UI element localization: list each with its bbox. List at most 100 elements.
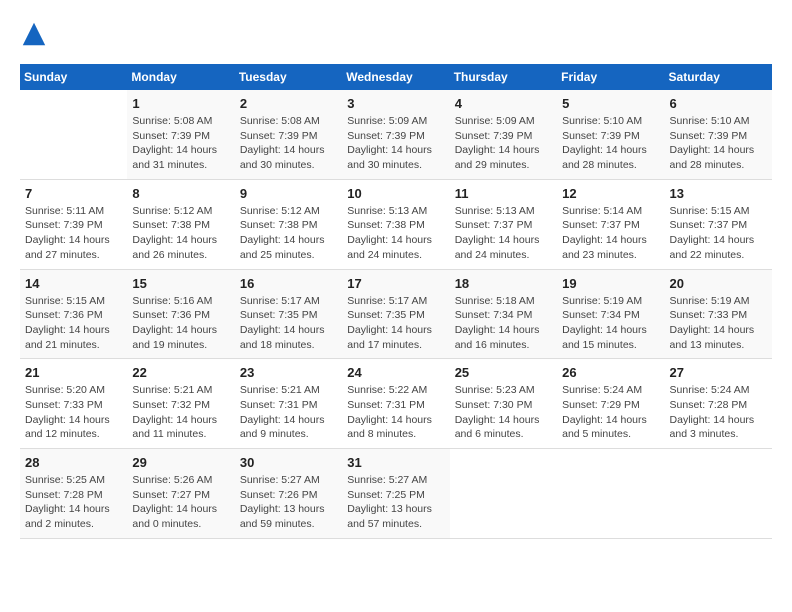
header-wednesday: Wednesday — [342, 64, 449, 90]
day-number: 23 — [240, 365, 337, 380]
calendar-cell: 5 Sunrise: 5:10 AMSunset: 7:39 PMDaylight… — [557, 90, 664, 179]
calendar-week-row: 7 Sunrise: 5:11 AMSunset: 7:39 PMDaylight… — [20, 179, 772, 269]
day-info: Sunrise: 5:22 AMSunset: 7:31 PMDaylight:… — [347, 383, 444, 442]
day-number: 15 — [132, 276, 229, 291]
calendar-cell: 21Sunrise: 5:20 AMSunset: 7:33 PMDayligh… — [20, 359, 127, 449]
day-number: 12 — [562, 186, 659, 201]
day-number: 19 — [562, 276, 659, 291]
day-info: Sunrise: 5:27 AMSunset: 7:25 PMDaylight:… — [347, 473, 444, 532]
day-info: Sunrise: 5:12 AMSunset: 7:38 PMDaylight:… — [240, 204, 337, 263]
day-info: Sunrise: 5:15 AMSunset: 7:36 PMDaylight:… — [25, 294, 122, 353]
day-number: 21 — [25, 365, 122, 380]
calendar-cell: 9 Sunrise: 5:12 AMSunset: 7:38 PMDaylight… — [235, 179, 342, 269]
calendar-cell: 15 Sunrise: 5:16 AMSunset: 7:36 PMDayligh… — [127, 269, 234, 359]
day-number: 31 — [347, 455, 444, 470]
calendar-cell: 2 Sunrise: 5:08 AMSunset: 7:39 PMDaylight… — [235, 90, 342, 179]
calendar-cell: 4 Sunrise: 5:09 AMSunset: 7:39 PMDaylight… — [450, 90, 557, 179]
calendar-body: 1 Sunrise: 5:08 AMSunset: 7:39 PMDaylight… — [20, 90, 772, 538]
calendar-cell: 30 Sunrise: 5:27 AMSunset: 7:26 PMDayligh… — [235, 449, 342, 539]
day-number: 27 — [670, 365, 767, 380]
day-info: Sunrise: 5:10 AMSunset: 7:39 PMDaylight:… — [670, 114, 767, 173]
header-thursday: Thursday — [450, 64, 557, 90]
calendar-cell: 23Sunrise: 5:21 AMSunset: 7:31 PMDayligh… — [235, 359, 342, 449]
day-number: 1 — [132, 96, 229, 111]
day-number: 30 — [240, 455, 337, 470]
calendar-cell: 3 Sunrise: 5:09 AMSunset: 7:39 PMDaylight… — [342, 90, 449, 179]
day-number: 24 — [347, 365, 444, 380]
day-number: 16 — [240, 276, 337, 291]
day-info: Sunrise: 5:24 AMSunset: 7:28 PMDaylight:… — [670, 383, 767, 442]
day-number: 29 — [132, 455, 229, 470]
day-number: 9 — [240, 186, 337, 201]
day-number: 8 — [132, 186, 229, 201]
calendar-cell: 26 Sunrise: 5:24 AMSunset: 7:29 PMDayligh… — [557, 359, 664, 449]
day-info: Sunrise: 5:26 AMSunset: 7:27 PMDaylight:… — [132, 473, 229, 532]
day-info: Sunrise: 5:09 AMSunset: 7:39 PMDaylight:… — [347, 114, 444, 173]
header-friday: Friday — [557, 64, 664, 90]
calendar-cell — [450, 449, 557, 539]
day-number: 5 — [562, 96, 659, 111]
day-info: Sunrise: 5:11 AMSunset: 7:39 PMDaylight:… — [25, 204, 122, 263]
day-info: Sunrise: 5:08 AMSunset: 7:39 PMDaylight:… — [240, 114, 337, 173]
calendar-cell — [557, 449, 664, 539]
day-info: Sunrise: 5:19 AMSunset: 7:34 PMDaylight:… — [562, 294, 659, 353]
day-number: 13 — [670, 186, 767, 201]
calendar-cell: 1 Sunrise: 5:08 AMSunset: 7:39 PMDaylight… — [127, 90, 234, 179]
day-number: 14 — [25, 276, 122, 291]
day-number: 28 — [25, 455, 122, 470]
day-number: 25 — [455, 365, 552, 380]
calendar-header: Sunday Monday Tuesday Wednesday Thursday… — [20, 64, 772, 90]
calendar-cell: 18Sunrise: 5:18 AMSunset: 7:34 PMDayligh… — [450, 269, 557, 359]
day-info: Sunrise: 5:12 AMSunset: 7:38 PMDaylight:… — [132, 204, 229, 263]
day-number: 26 — [562, 365, 659, 380]
calendar-cell: 17Sunrise: 5:17 AMSunset: 7:35 PMDayligh… — [342, 269, 449, 359]
header-monday: Monday — [127, 64, 234, 90]
day-number: 3 — [347, 96, 444, 111]
day-info: Sunrise: 5:08 AMSunset: 7:39 PMDaylight:… — [132, 114, 229, 173]
day-info: Sunrise: 5:24 AMSunset: 7:29 PMDaylight:… — [562, 383, 659, 442]
day-number: 20 — [670, 276, 767, 291]
calendar-week-row: 21Sunrise: 5:20 AMSunset: 7:33 PMDayligh… — [20, 359, 772, 449]
day-info: Sunrise: 5:13 AMSunset: 7:37 PMDaylight:… — [455, 204, 552, 263]
day-number: 22 — [132, 365, 229, 380]
day-number: 18 — [455, 276, 552, 291]
day-info: Sunrise: 5:16 AMSunset: 7:36 PMDaylight:… — [132, 294, 229, 353]
calendar-cell: 22 Sunrise: 5:21 AMSunset: 7:32 PMDayligh… — [127, 359, 234, 449]
day-info: Sunrise: 5:21 AMSunset: 7:32 PMDaylight:… — [132, 383, 229, 442]
calendar-cell: 14 Sunrise: 5:15 AMSunset: 7:36 PMDayligh… — [20, 269, 127, 359]
header-tuesday: Tuesday — [235, 64, 342, 90]
calendar-cell: 11 Sunrise: 5:13 AMSunset: 7:37 PMDayligh… — [450, 179, 557, 269]
calendar-cell: 7 Sunrise: 5:11 AMSunset: 7:39 PMDaylight… — [20, 179, 127, 269]
calendar-cell: 6 Sunrise: 5:10 AMSunset: 7:39 PMDaylight… — [665, 90, 772, 179]
logo — [20, 20, 52, 48]
logo-icon — [20, 20, 48, 48]
calendar-week-row: 1 Sunrise: 5:08 AMSunset: 7:39 PMDaylight… — [20, 90, 772, 179]
calendar-cell: 12 Sunrise: 5:14 AMSunset: 7:37 PMDayligh… — [557, 179, 664, 269]
calendar-table: Sunday Monday Tuesday Wednesday Thursday… — [20, 64, 772, 539]
calendar-cell: 8 Sunrise: 5:12 AMSunset: 7:38 PMDaylight… — [127, 179, 234, 269]
day-info: Sunrise: 5:27 AMSunset: 7:26 PMDaylight:… — [240, 473, 337, 532]
calendar-cell: 16Sunrise: 5:17 AMSunset: 7:35 PMDayligh… — [235, 269, 342, 359]
day-number: 2 — [240, 96, 337, 111]
calendar-cell: 27 Sunrise: 5:24 AMSunset: 7:28 PMDayligh… — [665, 359, 772, 449]
day-info: Sunrise: 5:25 AMSunset: 7:28 PMDaylight:… — [25, 473, 122, 532]
day-info: Sunrise: 5:09 AMSunset: 7:39 PMDaylight:… — [455, 114, 552, 173]
calendar-cell: 13Sunrise: 5:15 AMSunset: 7:37 PMDayligh… — [665, 179, 772, 269]
day-number: 7 — [25, 186, 122, 201]
page-header — [20, 20, 772, 48]
calendar-cell: 19 Sunrise: 5:19 AMSunset: 7:34 PMDayligh… — [557, 269, 664, 359]
day-info: Sunrise: 5:13 AMSunset: 7:38 PMDaylight:… — [347, 204, 444, 263]
calendar-cell: 25Sunrise: 5:23 AMSunset: 7:30 PMDayligh… — [450, 359, 557, 449]
day-number: 4 — [455, 96, 552, 111]
header-row: Sunday Monday Tuesday Wednesday Thursday… — [20, 64, 772, 90]
day-number: 17 — [347, 276, 444, 291]
day-info: Sunrise: 5:10 AMSunset: 7:39 PMDaylight:… — [562, 114, 659, 173]
day-info: Sunrise: 5:14 AMSunset: 7:37 PMDaylight:… — [562, 204, 659, 263]
calendar-cell: 31 Sunrise: 5:27 AMSunset: 7:25 PMDayligh… — [342, 449, 449, 539]
calendar-cell — [20, 90, 127, 179]
calendar-week-row: 14 Sunrise: 5:15 AMSunset: 7:36 PMDayligh… — [20, 269, 772, 359]
day-number: 11 — [455, 186, 552, 201]
calendar-cell — [665, 449, 772, 539]
calendar-cell: 28 Sunrise: 5:25 AMSunset: 7:28 PMDayligh… — [20, 449, 127, 539]
day-number: 6 — [670, 96, 767, 111]
